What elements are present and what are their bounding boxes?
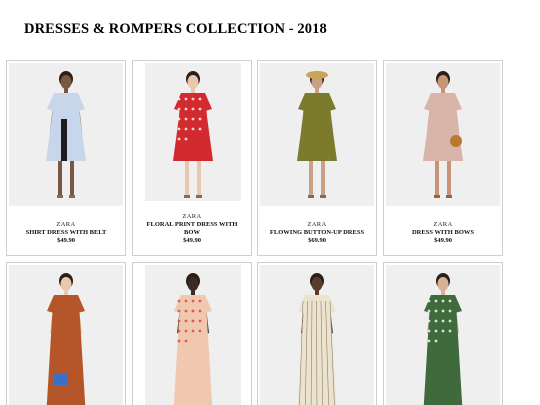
product-brand: ZARA xyxy=(433,221,453,228)
product-price: $49.90 xyxy=(434,237,452,244)
model-photo-illustration xyxy=(173,71,213,198)
product-brand: ZARA xyxy=(182,213,202,220)
product-name[interactable]: FLOWING BUTTON-UP DRESS xyxy=(258,229,376,237)
model-photo-illustration xyxy=(46,71,86,198)
product-image[interactable] xyxy=(9,265,123,405)
product-image[interactable] xyxy=(9,63,123,206)
product-image[interactable] xyxy=(260,265,374,405)
product-image[interactable] xyxy=(145,265,241,405)
product-name[interactable]: DRESS WITH BOWS xyxy=(384,229,502,237)
product-name[interactable]: FLORAL PRINT DRESS WITH BOW xyxy=(133,221,251,237)
product-card[interactable]: ZARA DRESS WITH BOWS $49.90 xyxy=(383,60,503,256)
product-card[interactable] xyxy=(257,262,377,405)
model-photo-illustration xyxy=(423,71,463,198)
product-price: $49.90 xyxy=(57,237,75,244)
product-price: $49.90 xyxy=(183,237,201,244)
product-card[interactable] xyxy=(383,262,503,405)
model-photo-illustration xyxy=(173,273,213,405)
product-image[interactable] xyxy=(145,63,241,201)
model-photo-illustration xyxy=(46,273,86,405)
product-card[interactable]: ZARA SHIRT DRESS WITH BELT $49.90 xyxy=(6,60,126,256)
model-photo-illustration xyxy=(423,273,463,405)
product-card[interactable]: ZARA FLORAL PRINT DRESS WITH BOW $49.90 xyxy=(132,60,252,256)
product-brand: ZARA xyxy=(307,221,327,228)
product-image[interactable] xyxy=(386,63,500,206)
product-image[interactable] xyxy=(260,63,374,206)
product-card[interactable] xyxy=(6,262,126,405)
page-title: DRESSES & ROMPERS COLLECTION - 2018 xyxy=(24,21,327,37)
product-name[interactable]: SHIRT DRESS WITH BELT xyxy=(7,229,125,237)
product-brand: ZARA xyxy=(56,221,76,228)
model-photo-illustration xyxy=(297,71,337,198)
product-card[interactable] xyxy=(132,262,252,405)
product-price: $69.90 xyxy=(308,237,326,244)
product-image[interactable] xyxy=(386,265,500,405)
model-photo-illustration xyxy=(297,273,337,405)
product-card[interactable]: ZARA FLOWING BUTTON-UP DRESS $69.90 xyxy=(257,60,377,256)
